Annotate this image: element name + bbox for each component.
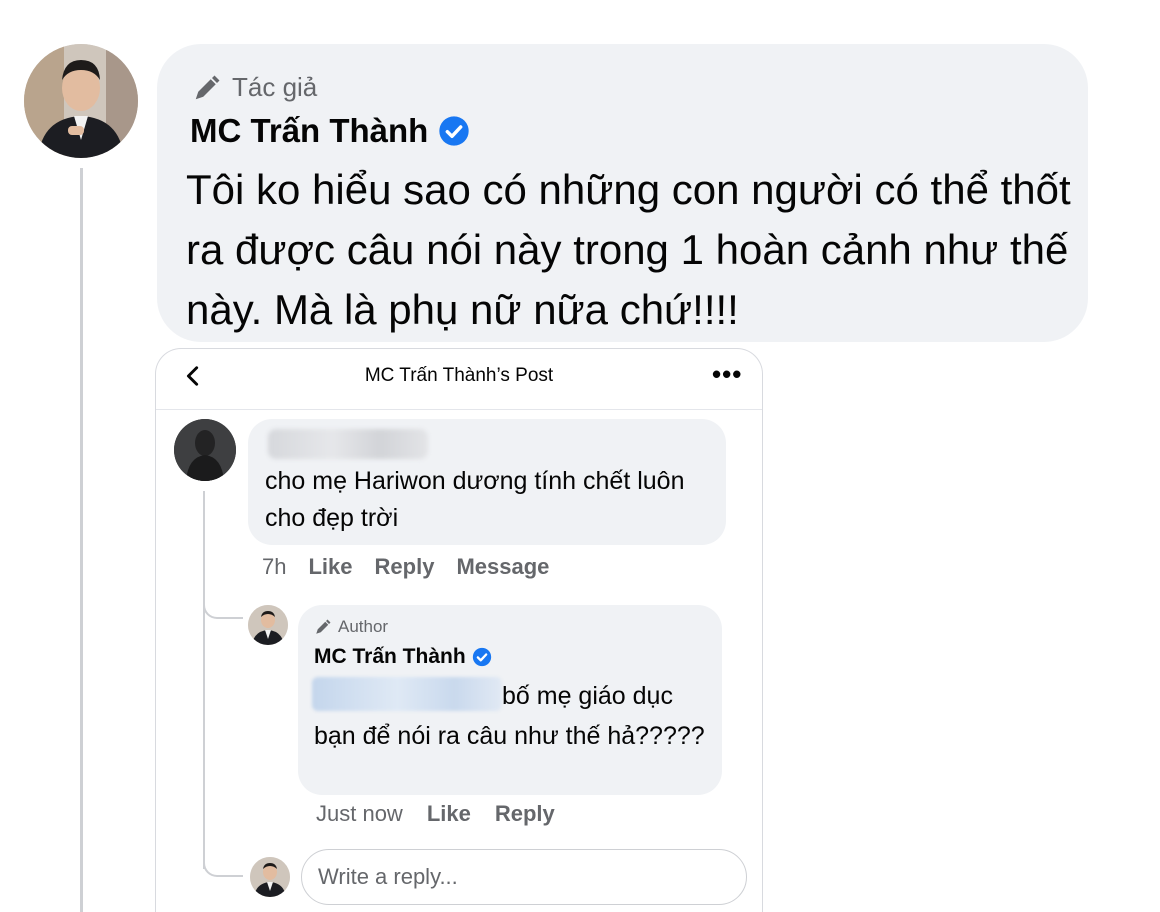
reply-bubble: Author MC Trấn Thành bố mẹ giáo dục bạn … bbox=[298, 605, 722, 795]
post-header-title: MC Trấn Thành’s Post bbox=[364, 365, 554, 386]
comment-time: 7h bbox=[262, 554, 287, 579]
commenter-avatar[interactable] bbox=[174, 419, 236, 481]
reply-author-name[interactable]: MC Trấn Thành bbox=[314, 645, 466, 669]
pen-icon bbox=[195, 75, 220, 99]
header-divider bbox=[156, 409, 762, 410]
reply-author-badge-label: Author bbox=[338, 617, 389, 636]
reply-thread-line bbox=[203, 491, 205, 869]
verified-badge-icon bbox=[439, 116, 470, 146]
current-user-avatar bbox=[250, 857, 290, 897]
pen-icon bbox=[316, 619, 331, 634]
message-button[interactable]: Message bbox=[456, 554, 549, 580]
comment-author-name[interactable]: MC Trấn Thành bbox=[190, 112, 470, 150]
thread-line bbox=[80, 168, 83, 912]
author-badge-label: Tác giả bbox=[232, 72, 318, 102]
author-avatar[interactable] bbox=[24, 44, 138, 158]
like-button[interactable]: Like bbox=[308, 554, 352, 580]
more-options-icon[interactable]: ••• bbox=[712, 359, 742, 390]
comment-bubble-commenter: cho mẹ Hariwon dương tính chết luôn cho … bbox=[248, 419, 726, 545]
write-reply-input[interactable] bbox=[301, 849, 747, 905]
verified-badge-icon bbox=[472, 647, 491, 667]
reply-actions: Just now Like Reply bbox=[316, 801, 555, 827]
reply-input-connector bbox=[203, 847, 243, 877]
reply-text: bố mẹ giáo dục bạn để nói ra câu như thế… bbox=[314, 682, 705, 750]
reply-author-name-row[interactable]: MC Trấn Thành bbox=[314, 645, 492, 669]
reply-like-button[interactable]: Like bbox=[427, 801, 471, 827]
reply-author-badge: Author bbox=[314, 617, 388, 637]
comment-actions: 7h Like Reply Message bbox=[262, 554, 549, 580]
reply-time: Just now bbox=[316, 801, 403, 826]
reply-thread-connector bbox=[203, 589, 243, 619]
reply-author-avatar[interactable] bbox=[248, 605, 288, 645]
author-name[interactable]: MC Trấn Thành bbox=[190, 112, 428, 150]
embedded-screenshot: MC Trấn Thành’s Post ••• cho mẹ Hariwon … bbox=[155, 348, 763, 912]
blurred-commenter-name bbox=[268, 429, 428, 459]
author-badge: Tác giả bbox=[192, 72, 317, 103]
reply-reply-button[interactable]: Reply bbox=[495, 801, 555, 827]
reply-button[interactable]: Reply bbox=[375, 554, 435, 580]
comment-text: Tôi ko hiểu sao có những con người có th… bbox=[186, 166, 1071, 333]
comment-text: cho mẹ Hariwon dương tính chết luôn cho … bbox=[265, 467, 685, 532]
